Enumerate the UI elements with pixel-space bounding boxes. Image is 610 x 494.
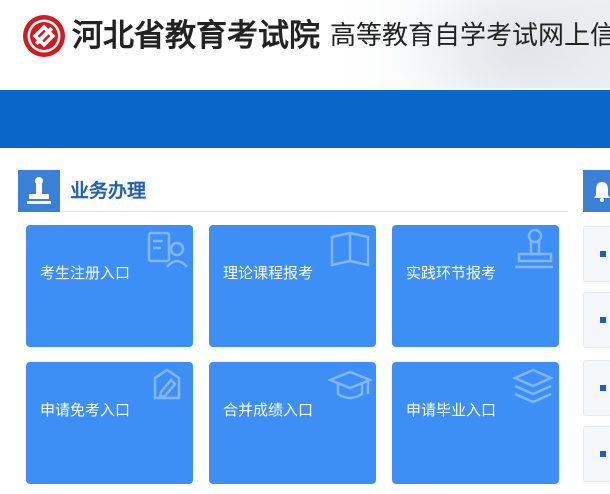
- system-name: 高等教育自学考试网上信: [330, 21, 610, 51]
- user-edit-icon: [147, 231, 188, 268]
- book-icon: [330, 231, 370, 267]
- list-bullet: [600, 251, 606, 257]
- tile-graduation-application[interactable]: 申请毕业入口: [392, 362, 559, 484]
- tile-label: 申请毕业入口: [406, 401, 497, 419]
- logo-emblem-icon[interactable]: [22, 14, 66, 58]
- notice-column: [583, 168, 610, 494]
- site-header: 河北省教育考试院 高等教育自学考试网上信: [0, 0, 610, 88]
- tile-label: 实践环节报考: [406, 264, 497, 282]
- layers-icon: [511, 368, 555, 404]
- stamp-icon: [18, 170, 60, 212]
- tile-label: 申请免考入口: [40, 401, 131, 419]
- stamp-outline-icon: [515, 228, 553, 269]
- notice-item[interactable]: [583, 292, 610, 348]
- section-header: 业务办理: [18, 168, 568, 212]
- tile-student-registration[interactable]: 考生注册入口: [26, 225, 193, 347]
- notice-item[interactable]: [583, 226, 610, 282]
- tile-exemption-application[interactable]: 申请免考入口: [26, 362, 193, 484]
- tile-label: 合并成绩入口: [223, 401, 314, 419]
- list-bullet: [600, 451, 606, 457]
- main-nav-bar: [0, 90, 610, 148]
- section-title: 业务办理: [70, 180, 147, 202]
- tile-label: 理论课程报考: [223, 264, 314, 282]
- tile-label: 考生注册入口: [40, 264, 131, 282]
- org-name[interactable]: 河北省教育考试院: [72, 14, 320, 58]
- notice-item[interactable]: [583, 426, 610, 482]
- list-bullet: [600, 385, 606, 391]
- list-bullet: [600, 317, 606, 323]
- bell-icon: [583, 170, 610, 212]
- tile-theory-course-registration[interactable]: 理论课程报考: [209, 225, 376, 347]
- pen-badge-icon: [153, 368, 181, 400]
- tile-merge-scores[interactable]: 合并成绩入口: [209, 362, 376, 484]
- tile-practice-registration[interactable]: 实践环节报考: [392, 225, 559, 347]
- notice-item[interactable]: [583, 360, 610, 416]
- graduation-cap-icon: [328, 370, 372, 400]
